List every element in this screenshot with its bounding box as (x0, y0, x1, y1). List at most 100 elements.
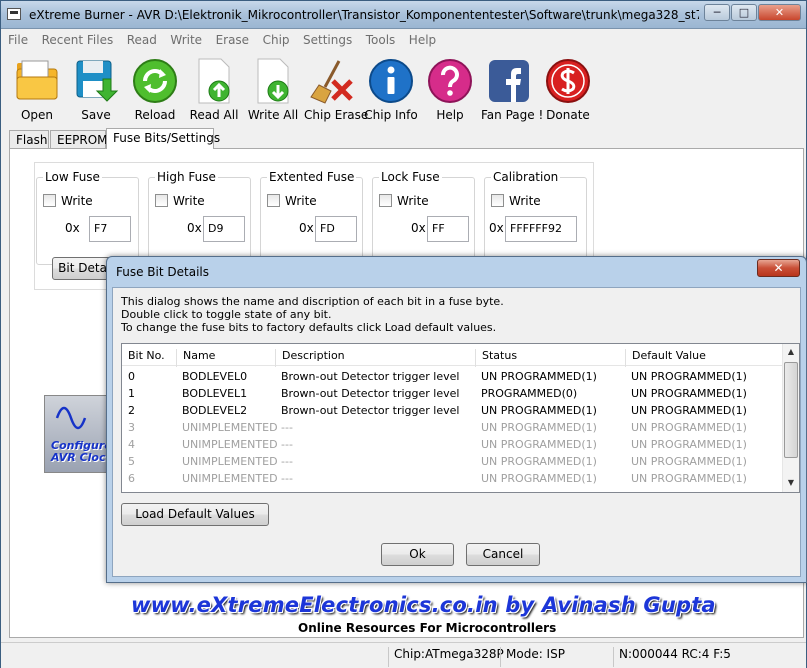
sine-wave-icon (55, 406, 87, 430)
lock-fuse-write-checkbox[interactable] (379, 194, 392, 207)
tab-eeprom[interactable]: EEPROM (50, 130, 108, 149)
cell-name: BODLEVEL1 (182, 387, 248, 400)
app-icon[interactable] (7, 8, 21, 20)
column-name[interactable]: Name (176, 349, 275, 367)
ok-button[interactable]: Ok (381, 543, 454, 566)
menu-erase[interactable]: Erase (216, 30, 250, 50)
calibration-write-checkbox[interactable] (491, 194, 504, 207)
status-counter: N:000044 RC:4 F:5 (613, 647, 803, 667)
low-fuse-write-checkbox[interactable] (43, 194, 56, 207)
donate-label: Donate (546, 108, 590, 122)
cell-bit: 2 (128, 404, 135, 417)
lock-fuse-prefix: 0x (411, 221, 426, 235)
website-banner[interactable]: www.eXtremeElectronics.co.in by Avinash … (1, 591, 806, 639)
cell-name: BODLEVEL0 (182, 370, 248, 383)
configure-avr-clock-button[interactable]: Configure AVR Clock (44, 395, 113, 473)
extended-fuse-prefix: 0x (299, 221, 314, 235)
low-fuse-input[interactable]: F7 (89, 216, 131, 242)
facebook-icon (486, 57, 532, 105)
write-all-icon (250, 57, 296, 105)
table-row[interactable]: 6 UNIMPLEMENTED --- UN PROGRAMMED(1) UN PROG… (122, 470, 784, 487)
help-button[interactable]: Help (422, 57, 478, 122)
low-fuse-prefix: 0x (65, 221, 80, 235)
high-fuse-write-checkbox[interactable] (155, 194, 168, 207)
menu-settings[interactable]: Settings (303, 30, 352, 50)
chip-erase-button[interactable]: Chip Erase (304, 57, 368, 122)
menu-recent-files[interactable]: Recent Files (42, 30, 114, 50)
cell-desc: --- (281, 455, 293, 468)
dialog-description-2: Double click to toggle state of any bit. (121, 308, 332, 321)
close-button[interactable]: ✕ (758, 4, 801, 21)
write-all-button[interactable]: Write All (245, 57, 301, 122)
scroll-thumb[interactable] (784, 362, 798, 458)
scroll-up-icon[interactable]: ▲ (783, 344, 799, 360)
fuse-bit-list[interactable]: Bit No. Name Description Status Default … (121, 343, 800, 493)
column-description[interactable]: Description (275, 349, 475, 367)
fan-page-label: Fan Page ! (481, 108, 544, 122)
fan-page-button[interactable]: Fan Page ! (481, 57, 544, 122)
cancel-button[interactable]: Cancel (466, 543, 540, 566)
lock-fuse-input[interactable]: FF (427, 216, 469, 242)
dialog-title: Fuse Bit Details (116, 265, 209, 279)
open-button[interactable]: Open (9, 57, 65, 122)
status-bar: Chip:ATmega328P Mode: ISP N:000044 RC:4 … (1, 642, 806, 668)
table-row[interactable]: 5 UNIMPLEMENTED --- UN PROGRAMMED(1) UN PROG… (122, 453, 784, 470)
load-default-values-button[interactable]: Load Default Values (121, 503, 269, 526)
open-label: Open (20, 108, 54, 122)
cell-desc: --- (281, 472, 293, 485)
tab-fuse-bits-settings[interactable]: Fuse Bits/Settings (106, 128, 220, 149)
table-row[interactable]: 3 UNIMPLEMENTED --- UN PROGRAMMED(1) UN PROG… (122, 419, 784, 436)
maximize-button[interactable]: □ (731, 4, 757, 21)
reload-button[interactable]: Reload (127, 57, 183, 122)
cell-status: PROGRAMMED(0) (481, 387, 578, 400)
dialog-body: This dialog shows the name and discripti… (112, 287, 801, 577)
banner-subtitle: Online Resources For Microcontrollers (298, 621, 557, 635)
calibration-input[interactable]: FFFFFF92 (505, 216, 577, 242)
menu-tools[interactable]: Tools (366, 30, 396, 50)
cell-bit: 4 (128, 438, 135, 451)
high-fuse-title: High Fuse (155, 170, 218, 184)
column-default-value[interactable]: Default Value (625, 349, 784, 367)
cell-name: UNIMPLEMENTED (182, 472, 278, 485)
table-row[interactable]: 4 UNIMPLEMENTED --- UN PROGRAMMED(1) UN PROG… (122, 436, 784, 453)
status-mode: Mode: ISP (500, 647, 613, 667)
high-fuse-write-label: Write (173, 194, 205, 208)
column-bit-no[interactable]: Bit No. (122, 349, 176, 367)
column-status[interactable]: Status (475, 349, 625, 367)
high-fuse-input[interactable]: D9 (203, 216, 245, 242)
title-bar[interactable]: eXtreme Burner - AVR D:\Elektronik_Mikro… (1, 1, 806, 29)
lock-fuse-group: Lock Fuse Write 0x FF (372, 170, 475, 265)
menu-help[interactable]: Help (409, 30, 436, 50)
tab-flash[interactable]: Flash (9, 130, 49, 149)
reload-icon (132, 57, 178, 105)
minimize-button[interactable]: ─ (704, 4, 730, 21)
extended-fuse-write-checkbox[interactable] (267, 194, 280, 207)
menu-chip[interactable]: Chip (263, 30, 290, 50)
donate-button[interactable]: Donate (540, 57, 596, 122)
table-row[interactable]: 1 BODLEVEL1 Brown-out Detector trigger lev… (122, 385, 784, 402)
dialog-close-button[interactable]: ✕ (757, 259, 800, 277)
menu-write[interactable]: Write (170, 30, 202, 50)
table-row[interactable]: 2 BODLEVEL2 Brown-out Detector trigger lev… (122, 402, 784, 419)
extended-fuse-title: Extented Fuse (267, 170, 357, 184)
extended-fuse-input[interactable]: FD (315, 216, 357, 242)
cell-default: UN PROGRAMMED(1) (631, 438, 747, 451)
list-scrollbar[interactable]: ▲ ▼ (782, 344, 799, 492)
scroll-down-icon[interactable]: ▼ (783, 475, 799, 491)
menu-read[interactable]: Read (127, 30, 157, 50)
read-all-icon (191, 57, 237, 105)
calibration-prefix: 0x (489, 221, 504, 235)
window-title: eXtreme Burner - AVR D:\Elektronik_Mikro… (29, 8, 699, 22)
info-icon (368, 57, 414, 105)
folder-icon (14, 57, 60, 105)
save-button[interactable]: Save (68, 57, 124, 122)
menu-file[interactable]: File (8, 30, 28, 50)
cell-default: UN PROGRAMMED(1) (631, 387, 747, 400)
table-row[interactable]: 0 BODLEVEL0 Brown-out Detector trigger lev… (122, 368, 784, 385)
toolbar: Open Save Reload Read All Write All Chip… (1, 53, 806, 123)
cell-desc: --- (281, 421, 293, 434)
cell-name: UNIMPLEMENTED (182, 421, 278, 434)
chip-info-button[interactable]: Chip Info (363, 57, 419, 122)
read-all-button[interactable]: Read All (186, 57, 242, 122)
calibration-title: Calibration (491, 170, 561, 184)
